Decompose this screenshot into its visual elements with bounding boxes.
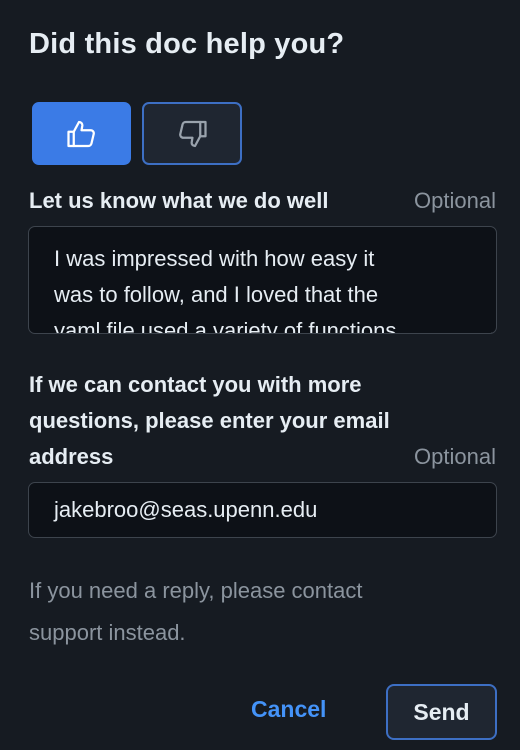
cancel-button[interactable]: Cancel <box>251 696 326 723</box>
thumbs-up-icon <box>64 116 100 152</box>
email-label-line: address <box>29 444 114 469</box>
feedback-text-line: I was impressed with how easy it <box>54 246 375 271</box>
send-button[interactable]: Send <box>386 684 497 740</box>
email-label-line: questions, please enter your email <box>29 408 390 433</box>
email-optional-label: Optional <box>414 444 496 469</box>
feedback-text-line: was to follow, and I loved that the <box>54 282 379 307</box>
thumbs-down-button[interactable] <box>142 102 242 165</box>
feedback-label: Let us know what we do well <box>29 188 329 213</box>
email-field[interactable]: jakebroo@seas.upenn.edu <box>28 482 497 538</box>
page-title: Did this doc help you? <box>29 28 345 60</box>
feedback-textarea[interactable]: I was impressed with how easy it was to … <box>28 226 497 334</box>
feedback-text-line: yaml file used a variety of functions <box>54 318 397 334</box>
feedback-optional-label: Optional <box>414 188 496 213</box>
resize-grip-icon[interactable] <box>481 318 493 333</box>
support-note-line: support instead. <box>29 620 186 645</box>
thumbs-down-icon <box>174 116 210 152</box>
feedback-panel: Did this doc help you? Let us know what … <box>0 0 520 750</box>
thumbs-up-button[interactable] <box>32 102 131 165</box>
email-label-line: If we can contact you with more <box>29 372 362 397</box>
support-note: If you need a reply, please contact supp… <box>29 570 469 654</box>
support-note-line: If you need a reply, please contact <box>29 578 363 603</box>
